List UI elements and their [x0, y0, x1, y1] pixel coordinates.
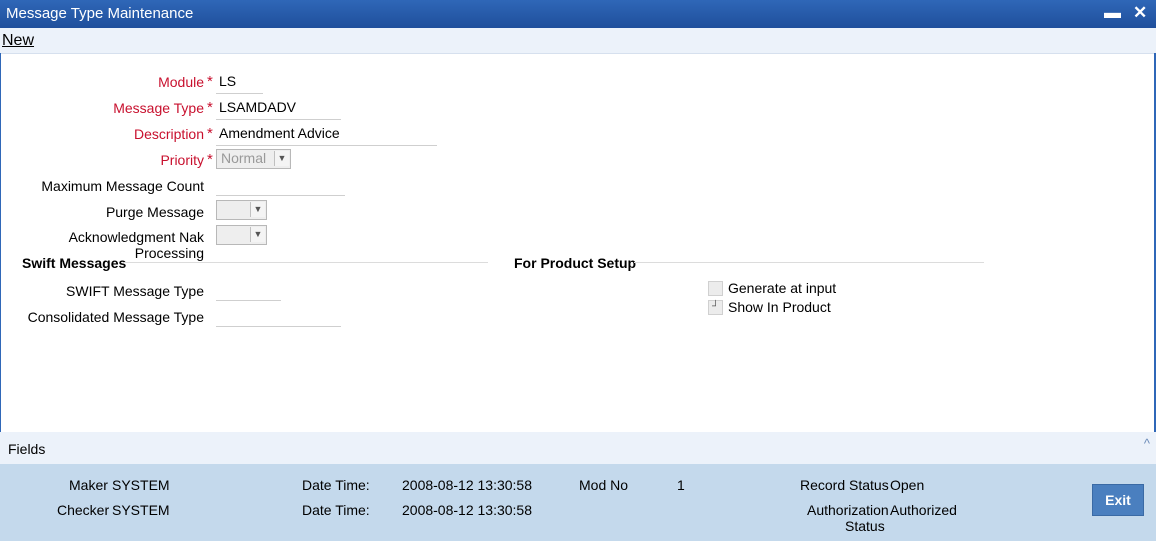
authorization-status-label-2: Status	[845, 518, 885, 534]
swift-message-type-label: SWIFT Message Type	[66, 283, 204, 299]
required-marker: *	[207, 99, 213, 116]
priority-select-value: Normal	[221, 150, 267, 166]
maker-datetime-label: Date Time:	[302, 477, 370, 493]
divider	[124, 262, 488, 263]
purge-message-select[interactable]: ▼	[216, 200, 267, 220]
audit-footer	[0, 464, 1156, 541]
chevron-down-icon[interactable]: ▼	[250, 202, 265, 217]
checker-label: Checker	[57, 502, 110, 518]
description-label: Description	[133, 126, 204, 142]
swift-messages-heading: Swift Messages	[22, 255, 127, 271]
checker-value: SYSTEM	[112, 502, 170, 518]
show-in-product-checkbox[interactable]: ┘	[708, 300, 723, 315]
generate-at-input-checkbox[interactable]	[708, 281, 723, 296]
maker-datetime-value: 2008-08-12 13:30:58	[402, 477, 532, 493]
authorization-status-value: Authorized	[890, 502, 957, 518]
required-marker: *	[207, 73, 213, 90]
consolidated-message-type-field[interactable]	[216, 304, 341, 327]
priority-label: Priority	[160, 152, 204, 168]
new-link[interactable]: New	[2, 32, 34, 50]
show-in-product-label: Show In Product	[728, 299, 831, 315]
max-message-count-field[interactable]	[216, 173, 345, 196]
module-field[interactable]: LS	[216, 71, 263, 94]
mod-no-label: Mod No	[579, 477, 629, 493]
description-field[interactable]: Amendment Advice	[216, 123, 437, 146]
maker-label: Maker	[69, 477, 108, 493]
message-type-label: Message Type	[113, 100, 204, 116]
authorization-status-label: Authorization	[807, 502, 889, 518]
module-label: Module	[158, 74, 204, 90]
max-message-count-label: Maximum Message Count	[41, 178, 204, 194]
checker-datetime-value: 2008-08-12 13:30:58	[402, 502, 532, 518]
checker-datetime-label: Date Time:	[302, 502, 370, 518]
maker-value: SYSTEM	[112, 477, 170, 493]
window-title: Message Type Maintenance	[6, 5, 194, 22]
divider	[634, 262, 984, 263]
purge-message-label: Purge Message	[105, 204, 204, 220]
fields-bar[interactable]: Fields ^	[0, 432, 1156, 464]
priority-select[interactable]: Normal ▼	[216, 149, 291, 169]
window-title-bar: Message Type Maintenance ▬ ✕	[0, 0, 1156, 28]
mod-no-value: 1	[677, 477, 685, 493]
record-status-value: Open	[890, 477, 925, 493]
generate-at-input-label: Generate at input	[728, 280, 837, 296]
close-icon[interactable]: ✕	[1133, 3, 1147, 23]
fields-label: Fields	[8, 441, 46, 457]
chevron-down-icon[interactable]: ▼	[274, 151, 289, 166]
swift-message-type-field[interactable]	[216, 278, 281, 301]
exit-button[interactable]: Exit	[1092, 484, 1144, 516]
product-setup-heading: For Product Setup	[514, 255, 637, 271]
chevron-up-icon[interactable]: ^	[1144, 436, 1150, 451]
chevron-down-icon[interactable]: ▼	[250, 227, 265, 242]
record-status-label: Record Status	[800, 477, 889, 493]
menu-bar: New	[0, 28, 1156, 54]
required-marker: *	[207, 151, 213, 168]
message-type-field[interactable]: LSAMDADV	[216, 97, 341, 120]
ack-nak-select[interactable]: ▼	[216, 225, 267, 245]
consolidated-message-type-label: Consolidated Message Type	[27, 309, 204, 325]
required-marker: *	[207, 125, 213, 142]
minimize-icon[interactable]: ▬	[1104, 3, 1121, 23]
